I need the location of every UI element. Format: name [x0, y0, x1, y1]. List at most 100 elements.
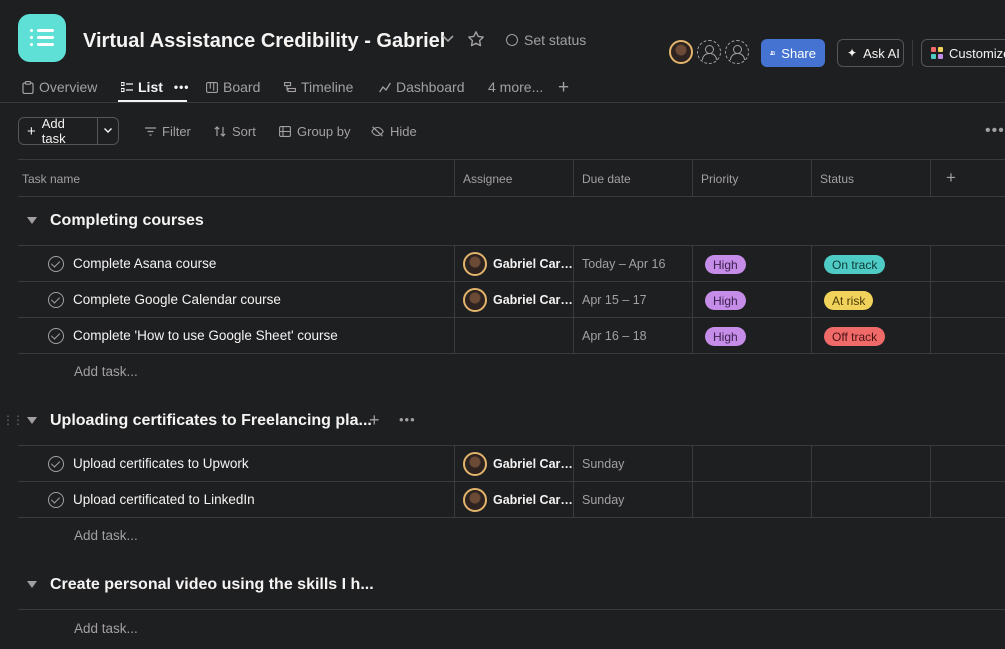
- due-date[interactable]: Sunday: [582, 457, 624, 471]
- divider: [18, 353, 1005, 354]
- sparkle-icon: ✦: [847, 46, 858, 60]
- assignee-cell[interactable]: Gabriel Carat...: [463, 288, 575, 312]
- status-badge[interactable]: On track: [824, 255, 886, 274]
- collapse-triangle-icon[interactable]: [27, 417, 37, 424]
- tab-timeline[interactable]: Timeline: [284, 79, 353, 95]
- complete-check-icon[interactable]: [48, 292, 64, 308]
- plus-icon: +: [27, 122, 36, 140]
- sort-icon: [214, 126, 226, 137]
- priority-badge[interactable]: High: [705, 291, 746, 310]
- empty-member-icon[interactable]: [725, 40, 749, 64]
- project-header: Virtual Assistance Credibility - Gabriel…: [0, 0, 1005, 103]
- tab-overview[interactable]: Overview: [22, 79, 97, 95]
- add-task-row[interactable]: Add task...: [74, 528, 138, 543]
- dashboard-icon: [379, 82, 391, 92]
- status-badge[interactable]: At risk: [824, 291, 874, 310]
- column-divider: [573, 159, 574, 197]
- add-icon[interactable]: +: [369, 410, 380, 431]
- add-task-row[interactable]: Add task...: [74, 621, 138, 636]
- tab-list[interactable]: List •••: [121, 79, 190, 95]
- assignee-cell[interactable]: Gabriel Carat...: [463, 488, 575, 512]
- column-header-task-name[interactable]: Task name: [22, 172, 80, 186]
- task-name[interactable]: Upload certificated to LinkedIn: [73, 492, 255, 507]
- assignee-cell[interactable]: Gabriel Carat...: [463, 252, 575, 276]
- table-row[interactable]: Complete 'How to use Google Sheet' cours…: [18, 318, 1005, 354]
- add-task-button[interactable]: + Add task: [18, 116, 119, 146]
- set-status-button[interactable]: Set status: [506, 32, 586, 48]
- due-date[interactable]: Apr 15 – 17: [582, 293, 647, 307]
- customize-button[interactable]: Customize: [921, 39, 1005, 67]
- column-divider: [811, 159, 812, 197]
- filter-label: Filter: [162, 124, 191, 139]
- due-date[interactable]: Apr 16 – 18: [582, 329, 647, 343]
- section-header[interactable]: Completing courses: [18, 197, 1005, 245]
- task-name[interactable]: Upload certificates to Upwork: [73, 456, 249, 471]
- more-options-icon[interactable]: •••: [985, 122, 1005, 140]
- table-row[interactable]: Complete Google Calendar course Gabriel …: [18, 282, 1005, 318]
- chevron-down-icon[interactable]: [98, 125, 118, 138]
- section-header[interactable]: Uploading certificates to Freelancing pl…: [18, 397, 1005, 445]
- column-header-due-date[interactable]: Due date: [582, 172, 631, 186]
- add-task-row[interactable]: Add task...: [74, 364, 138, 379]
- add-task-label: Add task: [41, 116, 66, 146]
- share-button[interactable]: Share: [761, 39, 825, 67]
- column-header-status[interactable]: Status: [820, 172, 854, 186]
- due-date[interactable]: Today – Apr 16: [582, 257, 665, 271]
- star-icon[interactable]: [467, 30, 485, 53]
- sort-button[interactable]: Sort: [214, 124, 256, 139]
- task-name[interactable]: Complete 'How to use Google Sheet' cours…: [73, 328, 338, 343]
- more-options-icon[interactable]: •••: [174, 80, 190, 94]
- tab-board[interactable]: Board: [206, 79, 260, 95]
- avatar[interactable]: [669, 40, 693, 64]
- table-row[interactable]: Upload certificated to LinkedIn Gabriel …: [18, 482, 1005, 518]
- more-options-icon[interactable]: •••: [399, 412, 416, 427]
- assignee-name: Gabriel Carat...: [493, 257, 573, 271]
- project-title[interactable]: Virtual Assistance Credibility - Gabriel: [83, 30, 445, 53]
- add-column-icon[interactable]: +: [946, 168, 956, 188]
- complete-check-icon[interactable]: [48, 256, 64, 272]
- table-row[interactable]: Complete Asana course Gabriel Carat... T…: [18, 246, 1005, 282]
- status-circle-icon: [506, 34, 518, 46]
- tab-more[interactable]: 4 more...: [488, 79, 543, 95]
- section-name[interactable]: Completing courses: [50, 212, 204, 230]
- add-task-main[interactable]: + Add task: [19, 116, 98, 146]
- section-name[interactable]: Create personal video using the skills I…: [50, 576, 374, 594]
- empty-member-icon[interactable]: [697, 40, 721, 64]
- chevron-down-icon[interactable]: [440, 30, 456, 51]
- filter-button[interactable]: Filter: [145, 124, 191, 139]
- due-date[interactable]: Sunday: [582, 493, 624, 507]
- complete-check-icon[interactable]: [48, 456, 64, 472]
- status-badge[interactable]: Off track: [824, 327, 886, 346]
- task-name[interactable]: Complete Asana course: [73, 256, 216, 271]
- section-name[interactable]: Uploading certificates to Freelancing pl…: [50, 412, 372, 430]
- column-header-priority[interactable]: Priority: [701, 172, 738, 186]
- tab-label: Overview: [39, 79, 98, 95]
- group-by-button[interactable]: Group by: [279, 124, 350, 139]
- priority-badge[interactable]: High: [705, 255, 746, 274]
- table-row[interactable]: Upload certificates to Upwork Gabriel Ca…: [18, 446, 1005, 482]
- clipboard-icon: [22, 80, 34, 94]
- assignee-cell[interactable]: Gabriel Carat...: [463, 452, 575, 476]
- group-by-label: Group by: [297, 124, 351, 139]
- collapse-triangle-icon[interactable]: [27, 581, 37, 588]
- priority-badge[interactable]: High: [705, 327, 746, 346]
- task-name[interactable]: Complete Google Calendar course: [73, 292, 281, 307]
- hide-label: Hide: [390, 124, 417, 139]
- add-tab-icon[interactable]: +: [558, 77, 569, 99]
- assignee-name: Gabriel Carat...: [493, 457, 573, 471]
- list-project-icon[interactable]: [18, 14, 66, 62]
- timeline-icon: [284, 81, 296, 92]
- column-divider: [692, 159, 693, 197]
- ask-ai-button[interactable]: ✦ Ask AI: [837, 39, 904, 67]
- tab-label: Board: [223, 79, 261, 95]
- complete-check-icon[interactable]: [48, 492, 64, 508]
- section-header[interactable]: Create personal video using the skills I…: [18, 561, 1005, 609]
- tab-dashboard[interactable]: Dashboard: [379, 79, 465, 95]
- hide-button[interactable]: Hide: [371, 124, 417, 139]
- avatar: [463, 252, 487, 276]
- sort-label: Sort: [232, 124, 256, 139]
- column-header-assignee[interactable]: Assignee: [463, 172, 512, 186]
- complete-check-icon[interactable]: [48, 328, 64, 344]
- filter-icon: [145, 127, 156, 136]
- collapse-triangle-icon[interactable]: [27, 217, 37, 224]
